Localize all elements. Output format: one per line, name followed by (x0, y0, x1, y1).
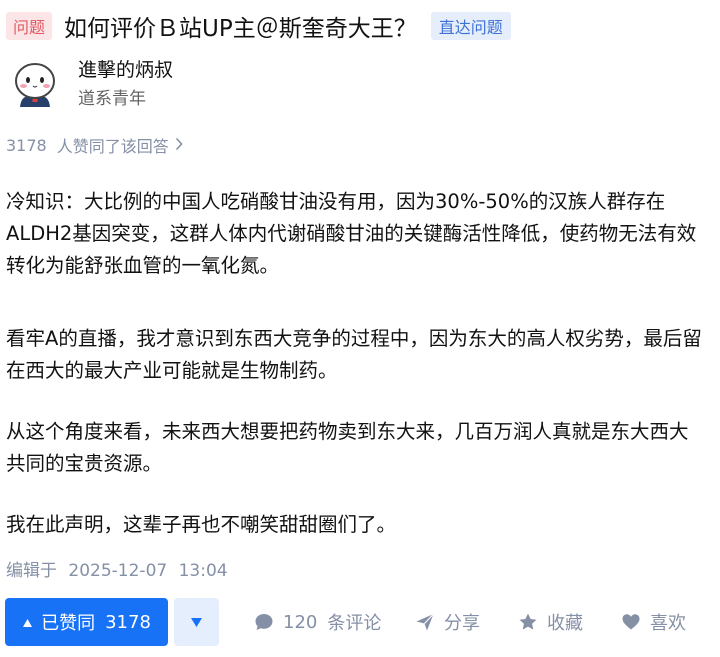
share-label: 分享 (444, 613, 480, 634)
comment-button[interactable]: 120 条评论 (254, 598, 381, 646)
author-bio: 道系青年 (78, 88, 146, 109)
like-button[interactable]: 喜欢 (621, 598, 686, 646)
avatar[interactable] (8, 57, 62, 111)
vote-up-button[interactable]: 已赞同 3178 (5, 598, 168, 646)
vote-down-button[interactable] (174, 598, 219, 646)
vote-up-label: 已赞同 (41, 613, 96, 634)
triangle-up-icon (22, 612, 33, 633)
question-header: 问题 如何评价Ｂ站UP主＠斯奎奇大王？ 直达问题 (6, 10, 511, 42)
favorite-button[interactable]: 收藏 (518, 598, 583, 646)
paper-plane-icon (416, 613, 434, 631)
action-bar: 已赞同 3178 120 条评论 分享 收藏 喜欢 (0, 598, 720, 648)
answer-paragraph: 从这个角度来看，未来西大想要把药物卖到东大来，几百万润人真就是东大西大共同的宝贵… (6, 420, 689, 475)
chevron-right-icon (175, 136, 183, 155)
author-card: 進擊的炳叔 道系青年 (8, 56, 173, 112)
like-label: 喜欢 (650, 613, 686, 634)
comment-label: 条评论 (327, 613, 382, 634)
heart-icon (622, 614, 640, 630)
comment-count: 120 (283, 611, 318, 633)
comment-icon (255, 614, 273, 630)
star-icon (519, 613, 537, 630)
avatar-image (15, 63, 55, 107)
likes-count: 3178 (6, 135, 47, 155)
answer-paragraph: 我在此声明，这辈子再也不嘲笑甜甜圈们了。 (6, 513, 397, 536)
likes-text: 人赞同了该回答 (56, 137, 169, 156)
voters-link[interactable]: 3178 人赞同了该回答 (6, 133, 183, 157)
favorite-label: 收藏 (547, 613, 583, 634)
share-button[interactable]: 分享 (415, 598, 480, 646)
go-to-question-button[interactable]: 直达问题 (430, 12, 511, 40)
vote-up-count: 3178 (105, 611, 151, 633)
edit-label: 编辑于 (6, 561, 57, 581)
question-tag: 问题 (6, 12, 53, 40)
author-name[interactable]: 進擊的炳叔 (78, 57, 173, 83)
answer-paragraph: 看牢A的直播，我才意识到东西大竞争的过程中，因为东大的高人权劣势，最后留在西大的… (6, 327, 702, 382)
triangle-down-icon (190, 613, 203, 632)
edit-time: 13:04 (178, 561, 228, 581)
edit-date: 2025-12-07 (68, 561, 168, 581)
answer-paragraph: 冷知识：大比例的中国人吃硝酸甘油没有用，因为30%-50%的汉族人群存在ALDH… (6, 190, 697, 277)
edit-timestamp: 编辑于 2025-12-07 13:04 (6, 556, 228, 581)
question-title[interactable]: 如何评价Ｂ站UP主＠斯奎奇大王？ (64, 9, 417, 43)
